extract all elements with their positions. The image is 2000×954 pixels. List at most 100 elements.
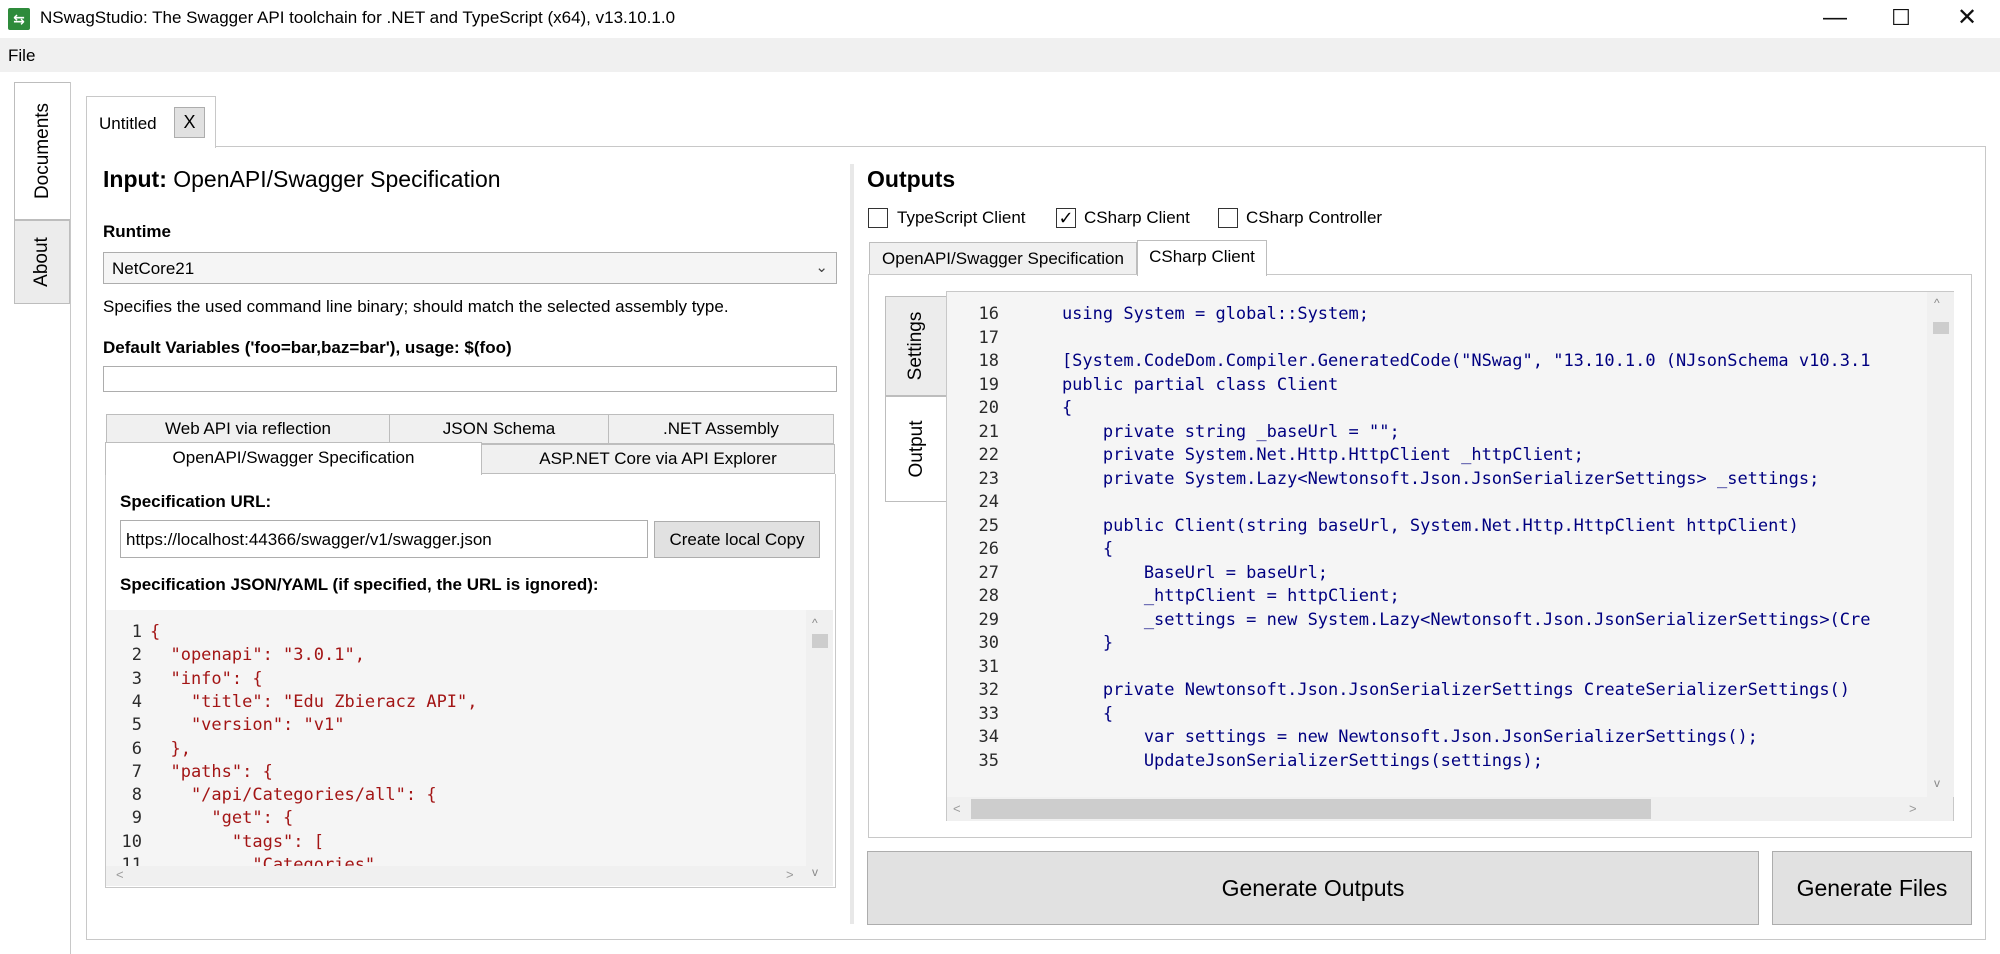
tab-about[interactable]: About	[14, 220, 70, 304]
code-line-number: 26	[978, 539, 999, 559]
code-line-number: 24	[978, 492, 999, 512]
code-horizontal-scroll-thumb[interactable]	[971, 799, 1651, 819]
code-line-number: 33	[978, 703, 999, 724]
chevron-down-icon: v	[812, 865, 818, 879]
code-line: 22 private System.Net.Http.HttpClient _h…	[947, 445, 1584, 468]
side-divider	[70, 82, 71, 954]
json-line-number: 6	[131, 738, 142, 759]
csharp-controller-label[interactable]: CSharp Controller	[1246, 208, 1382, 228]
code-line: 33 {	[947, 703, 1114, 727]
json-vertical-scroll-thumb[interactable]	[812, 634, 828, 648]
runtime-label: Runtime	[103, 222, 171, 241]
code-line-number: 22	[978, 445, 999, 465]
tab-net-assembly[interactable]: .NET Assembly	[608, 414, 834, 444]
json-line-number: 4	[131, 691, 142, 712]
csharp-client-checkbox[interactable]: ✓	[1056, 208, 1076, 228]
code-vertical-scrollbar[interactable]: ^ v	[1927, 292, 1954, 797]
code-vertical-scroll-thumb[interactable]	[1933, 322, 1949, 334]
pane-splitter[interactable]	[850, 164, 854, 924]
tab-output-label: Output	[905, 420, 927, 478]
close-button[interactable]: ✕	[1932, 0, 2000, 38]
json-line-text: "paths": {	[150, 761, 273, 782]
json-horizontal-scrollbar[interactable]: < >	[106, 866, 806, 886]
tab-aspnet-core-api-explorer[interactable]: ASP.NET Core via API Explorer	[481, 444, 835, 474]
json-line-number: 2	[131, 645, 142, 666]
csharp-code-editor[interactable]: 16 using System = global::System; 17 18 [S…	[946, 291, 1954, 821]
spec-url-input[interactable]: https://localhost:44366/swagger/v1/swagg…	[120, 520, 648, 558]
menu-file[interactable]: File	[8, 46, 35, 66]
json-line-text: "get": {	[150, 808, 294, 829]
json-line: 2 "openapi": "3.0.1",	[106, 645, 365, 668]
code-line: 20 {	[947, 398, 1073, 421]
tab-settings[interactable]: Settings	[885, 296, 947, 396]
tab-output[interactable]: Output	[885, 396, 947, 502]
code-line-text: private Newtonsoft.Json.JsonSerializerSe…	[1021, 680, 1851, 700]
document-tab-close-button[interactable]: X	[174, 107, 205, 138]
menu-bar: File	[0, 38, 2000, 72]
code-line-text: private string _baseUrl = "";	[1021, 421, 1400, 442]
json-line-text: "/api/Categories/all": {	[150, 785, 437, 806]
tab-documents[interactable]: Documents	[14, 82, 70, 220]
tab-web-api-reflection[interactable]: Web API via reflection	[106, 414, 390, 444]
chevron-left-icon: <	[116, 867, 124, 882]
code-horizontal-scrollbar[interactable]: < >	[947, 797, 1953, 821]
code-line-text: _settings = new System.Lazy<Newtonsoft.J…	[1021, 609, 1871, 630]
code-line-number: 28	[978, 586, 999, 606]
input-heading-bold: Input:	[103, 166, 167, 192]
generate-files-button[interactable]: Generate Files	[1772, 851, 1972, 925]
spec-url-label: Specification URL:	[120, 492, 272, 511]
typescript-client-label[interactable]: TypeScript Client	[897, 208, 1026, 228]
json-line-text: "openapi": "3.0.1",	[150, 645, 365, 666]
code-line-text: using System = global::System;	[1021, 304, 1369, 324]
json-line: 1{	[106, 622, 161, 645]
json-line: 4 "title": "Edu Zbieracz API",	[106, 692, 478, 715]
input-heading: Input: OpenAPI/Swagger Specification	[103, 166, 501, 193]
typescript-client-checkbox[interactable]	[868, 208, 888, 228]
document-tab-untitled[interactable]: Untitled X	[86, 96, 216, 148]
csharp-controller-checkbox[interactable]	[1218, 208, 1238, 228]
code-line: 28 _httpClient = httpClient;	[947, 586, 1400, 609]
csharp-client-label[interactable]: CSharp Client	[1084, 208, 1190, 228]
runtime-select[interactable]: NetCore21 ⌄	[103, 252, 837, 284]
code-line-number: 23	[978, 468, 999, 489]
generate-outputs-button[interactable]: Generate Outputs	[867, 851, 1759, 925]
code-line-text: _httpClient = httpClient;	[1021, 586, 1400, 606]
json-line: 3 "info": {	[106, 669, 263, 692]
json-editor[interactable]: 1{2 "openapi": "3.0.1", 3 "info": {4 "tit…	[106, 610, 833, 886]
code-line-text: public partial class Client	[1021, 374, 1339, 395]
tab-about-label: About	[31, 237, 52, 287]
code-line-text: }	[1021, 633, 1114, 653]
code-line: 18 [System.CodeDom.Compiler.GeneratedCod…	[947, 351, 1871, 374]
code-line-text: private System.Lazy<Newtonsoft.Json.Json…	[1021, 468, 1820, 489]
code-line: 17	[947, 328, 1021, 351]
tab-output-csharp-client[interactable]: CSharp Client	[1137, 240, 1267, 276]
maximize-button[interactable]: ☐	[1866, 0, 1936, 38]
code-line-number: 31	[978, 656, 999, 677]
minimize-button[interactable]: —	[1800, 0, 1870, 38]
code-line-number: 30	[978, 633, 999, 653]
code-line-number: 16	[978, 304, 999, 324]
default-variables-input[interactable]	[103, 366, 837, 392]
chevron-left-icon: <	[953, 801, 961, 816]
document-tab-label: Untitled	[99, 114, 157, 133]
chevron-right-icon: >	[786, 867, 794, 882]
code-line-text: var settings = new Newtonsoft.Json.JsonS…	[1021, 727, 1758, 747]
code-line-number: 25	[978, 515, 999, 536]
input-heading-type: OpenAPI/Swagger Specification	[166, 166, 501, 192]
tab-documents-label: Documents	[31, 102, 53, 200]
json-vertical-scrollbar[interactable]: ^ v	[806, 610, 833, 886]
create-local-copy-button[interactable]: Create local Copy	[654, 521, 820, 558]
code-line-number: 35	[978, 750, 999, 771]
json-line-text: "info": {	[150, 668, 263, 689]
chevron-right-icon: >	[1909, 801, 1917, 816]
tab-output-openapi-spec[interactable]: OpenAPI/Swagger Specification	[869, 242, 1137, 276]
tab-openapi-specification[interactable]: OpenAPI/Swagger Specification	[105, 442, 482, 475]
json-line: 8 "/api/Categories/all": {	[106, 785, 437, 808]
tab-json-schema[interactable]: JSON Schema	[389, 414, 609, 444]
code-line-text: UpdateJsonSerializerSettings(settings);	[1021, 750, 1543, 771]
code-line: 21 private string _baseUrl = "";	[947, 422, 1400, 445]
chevron-down-icon: v	[1934, 776, 1940, 790]
code-line: 29 _settings = new System.Lazy<Newtonsof…	[947, 610, 1871, 633]
tab-settings-label: Settings	[905, 311, 926, 381]
code-line-number: 34	[978, 727, 999, 747]
